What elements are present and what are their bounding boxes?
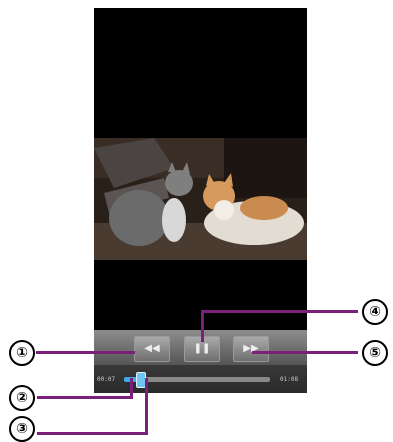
callout-line-3-vertical — [145, 378, 148, 435]
callout-line-1 — [36, 351, 135, 354]
rewind-icon: ◀◀ — [144, 343, 160, 354]
total-time: 01:08 — [280, 376, 299, 383]
callout-line-2 — [37, 396, 133, 399]
callout-2: ② — [9, 385, 35, 411]
pause-icon: ❚❚ — [193, 343, 211, 354]
callout-line-4 — [201, 310, 358, 313]
rewind-button[interactable]: ◀◀ — [134, 336, 170, 362]
callout-4: ④ — [362, 299, 388, 325]
fast-forward-button[interactable]: ▶▶ — [233, 336, 269, 362]
callout-line-5 — [252, 351, 358, 354]
callout-3: ③ — [9, 416, 35, 442]
elapsed-time: 00:07 — [97, 376, 116, 383]
video-frame[interactable] — [94, 138, 307, 260]
callout-line-4-vertical — [201, 310, 204, 342]
callout-line-3 — [37, 432, 148, 435]
callout-1: ① — [9, 340, 35, 366]
callout-5: ⑤ — [362, 340, 388, 366]
video-image — [94, 138, 307, 260]
callout-line-2-vertical — [130, 378, 133, 399]
